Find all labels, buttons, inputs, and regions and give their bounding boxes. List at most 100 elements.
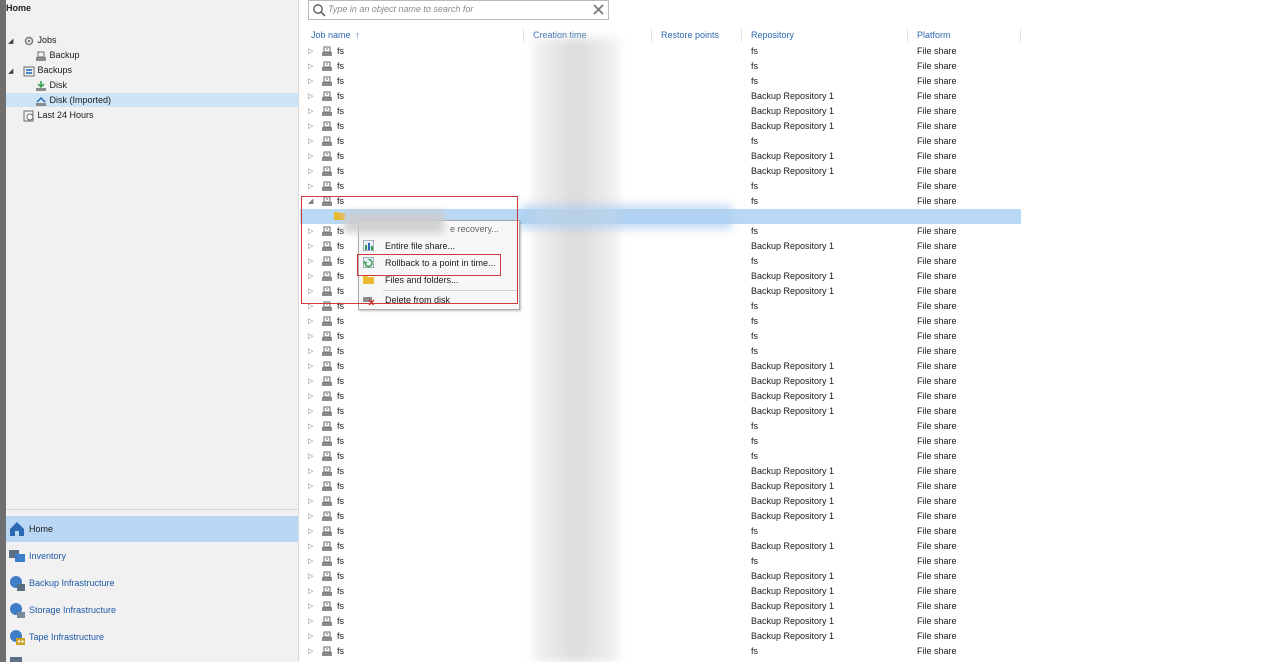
- table-row[interactable]: ▷ fs fs File share: [300, 314, 1021, 329]
- expand-arrow-icon[interactable]: ▷: [308, 599, 313, 614]
- expand-arrow-icon[interactable]: ▷: [308, 74, 313, 89]
- table-row[interactable]: ▷ fs Backup Repository 1 File share: [300, 359, 1021, 374]
- expand-arrow-icon[interactable]: ▷: [308, 59, 313, 74]
- expand-arrow-icon[interactable]: ▷: [308, 389, 313, 404]
- file-share-job-icon: [321, 60, 333, 72]
- expand-arrow-icon[interactable]: ▷: [308, 464, 313, 479]
- table-row[interactable]: ▷ fs Backup Repository 1 File share: [300, 479, 1021, 494]
- table-row[interactable]: ▷ fs Backup Repository 1 File share: [300, 599, 1021, 614]
- table-row[interactable]: ▷ fs fs File share: [300, 419, 1021, 434]
- nav-backup-infrastructure[interactable]: Backup Infrastructure: [6, 570, 298, 596]
- tree-item-disk[interactable]: Disk: [8, 78, 298, 92]
- expand-arrow-icon[interactable]: ▷: [308, 629, 313, 644]
- expand-arrow-icon[interactable]: ▷: [308, 494, 313, 509]
- expand-arrow-icon[interactable]: ▷: [308, 134, 313, 149]
- expand-arrow-icon[interactable]: ▷: [308, 179, 313, 194]
- cell-platform: File share: [917, 196, 957, 206]
- table-row[interactable]: ▷ fs Backup Repository 1 File share: [300, 389, 1021, 404]
- expand-arrow-icon[interactable]: ▷: [308, 314, 313, 329]
- expand-arrow-icon[interactable]: ▷: [308, 419, 313, 434]
- expand-arrow-icon[interactable]: ▷: [308, 374, 313, 389]
- cell-platform: File share: [917, 256, 957, 266]
- expand-arrow-icon[interactable]: ▷: [308, 449, 313, 464]
- expand-arrow-icon[interactable]: ▷: [308, 44, 313, 59]
- expand-arrow-icon[interactable]: ▷: [308, 539, 313, 554]
- table-row[interactable]: ▷ fs Backup Repository 1 File share: [300, 374, 1021, 389]
- expand-arrow-icon[interactable]: ▷: [308, 104, 313, 119]
- expand-arrow-icon[interactable]: ▷: [308, 479, 313, 494]
- inventory-icon: [9, 550, 25, 562]
- table-row[interactable]: ▷ fs Backup Repository 1 File share: [300, 614, 1021, 629]
- column-header-restore-points[interactable]: Restore points: [661, 28, 742, 42]
- expand-arrow-icon[interactable]: ▷: [308, 569, 313, 584]
- expand-arrow-icon[interactable]: ▷: [308, 554, 313, 569]
- tree-item-backup[interactable]: Backup: [8, 48, 298, 62]
- table-row[interactable]: ▷ fs fs File share: [300, 179, 1021, 194]
- redacted-creation-time: [533, 38, 619, 662]
- expand-arrow-icon[interactable]: ◢: [8, 35, 16, 49]
- table-row[interactable]: ▷ fs Backup Repository 1 File share: [300, 89, 1021, 104]
- nav-inventory[interactable]: Inventory: [6, 543, 298, 569]
- table-row[interactable]: ▷ fs Backup Repository 1 File share: [300, 164, 1021, 179]
- tree-item-label: Jobs: [37, 35, 57, 45]
- expand-arrow-icon[interactable]: ▷: [308, 149, 313, 164]
- clear-search-icon[interactable]: [592, 3, 605, 16]
- expand-arrow-icon[interactable]: ▷: [308, 359, 313, 374]
- nav-tape-infrastructure[interactable]: Tape Infrastructure: [6, 624, 298, 650]
- table-row[interactable]: ▷ fs Backup Repository 1 File share: [300, 404, 1021, 419]
- table-row[interactable]: ▷ fs Backup Repository 1 File share: [300, 584, 1021, 599]
- expand-arrow-icon[interactable]: ▷: [308, 509, 313, 524]
- table-row[interactable]: ▷ fs fs File share: [300, 329, 1021, 344]
- expand-arrow-icon[interactable]: ▷: [308, 434, 313, 449]
- table-row[interactable]: ▷ fs fs File share: [300, 524, 1021, 539]
- tree-item-jobs[interactable]: ◢ Jobs: [8, 33, 298, 47]
- tree-item-backups[interactable]: ◢ Backups: [8, 63, 298, 77]
- nav-storage-infrastructure[interactable]: Storage Infrastructure: [6, 597, 298, 623]
- expand-arrow-icon[interactable]: ▷: [308, 584, 313, 599]
- tree-item-last-24-hours[interactable]: Last 24 Hours: [8, 108, 298, 122]
- expand-arrow-icon[interactable]: ▷: [308, 614, 313, 629]
- cell-repository: Backup Repository 1: [751, 166, 835, 176]
- file-share-job-icon: [321, 495, 333, 507]
- table-row[interactable]: ▷ fs Backup Repository 1 File share: [300, 494, 1021, 509]
- header-label: Repository: [751, 30, 795, 40]
- table-row[interactable]: ▷ fs Backup Repository 1 File share: [300, 569, 1021, 584]
- table-row[interactable]: ▷ fs Backup Repository 1 File share: [300, 149, 1021, 164]
- nav-item-partial[interactable]: [6, 651, 298, 662]
- table-row[interactable]: ▷ fs fs File share: [300, 59, 1021, 74]
- column-header-platform[interactable]: Platform: [917, 28, 1021, 42]
- table-row[interactable]: ▷ fs fs File share: [300, 434, 1021, 449]
- table-row[interactable]: ▷ fs fs File share: [300, 134, 1021, 149]
- expand-arrow-icon[interactable]: ▷: [308, 524, 313, 539]
- expand-arrow-icon[interactable]: ◢: [8, 65, 16, 79]
- cell-repository: fs: [751, 136, 759, 146]
- column-header-repository[interactable]: Repository: [751, 28, 908, 42]
- tree-item-disk-imported[interactable]: Disk (Imported): [6, 93, 298, 107]
- search-box[interactable]: Type in an object name to search for: [308, 0, 609, 20]
- expand-arrow-icon[interactable]: ▷: [308, 329, 313, 344]
- table-row[interactable]: ▷ fs fs File share: [300, 44, 1021, 59]
- nav-home[interactable]: Home: [6, 516, 298, 542]
- expand-arrow-icon[interactable]: ▷: [308, 404, 313, 419]
- column-header-job-name[interactable]: Job name ↑: [311, 28, 524, 42]
- table-row[interactable]: ▷ fs fs File share: [300, 644, 1021, 659]
- cell-platform: File share: [917, 106, 957, 116]
- table-row[interactable]: ▷ fs Backup Repository 1 File share: [300, 629, 1021, 644]
- expand-arrow-icon[interactable]: ▷: [308, 119, 313, 134]
- table-row[interactable]: ▷ fs fs File share: [300, 449, 1021, 464]
- expand-arrow-icon[interactable]: ▷: [308, 644, 313, 659]
- table-row[interactable]: ▷ fs Backup Repository 1 File share: [300, 464, 1021, 479]
- table-row[interactable]: ▷ fs Backup Repository 1 File share: [300, 119, 1021, 134]
- table-row[interactable]: ▷ fs Backup Repository 1 File share: [300, 509, 1021, 524]
- table-row[interactable]: ▷ fs fs File share: [300, 344, 1021, 359]
- table-row[interactable]: ▷ fs fs File share: [300, 74, 1021, 89]
- cell-repository: fs: [751, 256, 759, 266]
- cell-job-name: fs: [337, 316, 345, 326]
- table-row[interactable]: ▷ fs fs File share: [300, 554, 1021, 569]
- cell-repository: fs: [751, 76, 759, 86]
- table-row[interactable]: ▷ fs Backup Repository 1 File share: [300, 104, 1021, 119]
- expand-arrow-icon[interactable]: ▷: [308, 89, 313, 104]
- table-row[interactable]: ▷ fs Backup Repository 1 File share: [300, 539, 1021, 554]
- expand-arrow-icon[interactable]: ▷: [308, 164, 313, 179]
- expand-arrow-icon[interactable]: ▷: [308, 344, 313, 359]
